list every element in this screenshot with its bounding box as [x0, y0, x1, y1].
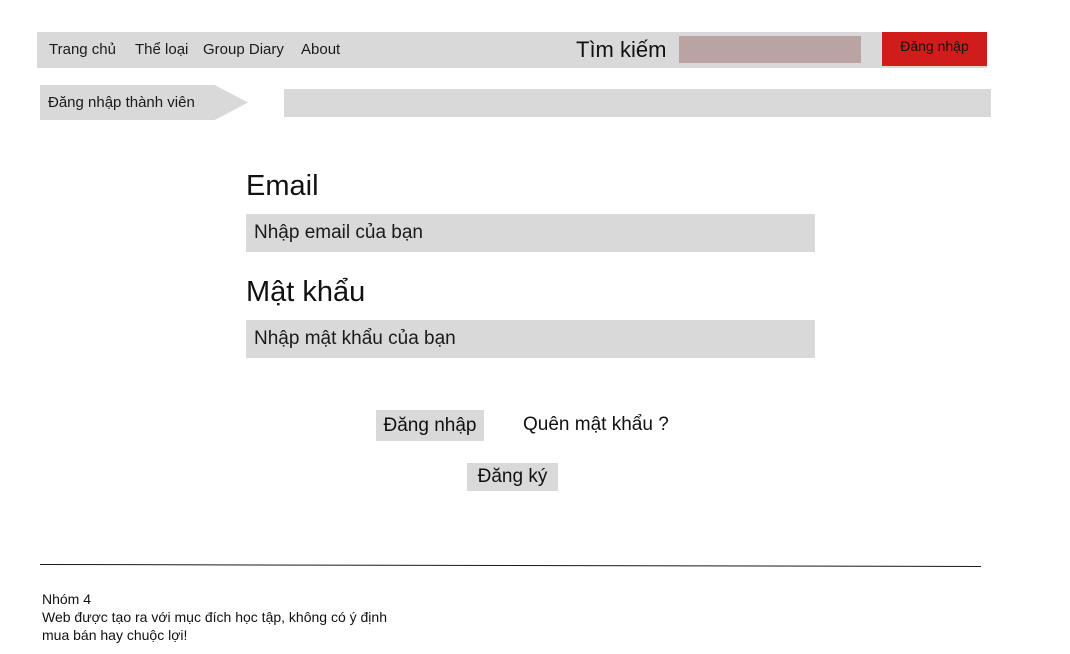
password-field[interactable]	[246, 320, 815, 358]
breadcrumb-bar	[284, 89, 991, 117]
nav-link-group-diary[interactable]: Group Diary	[203, 41, 284, 58]
nav-link-home[interactable]: Trang chủ	[49, 41, 116, 58]
nav-link-about[interactable]: About	[301, 41, 340, 58]
search-label: Tìm kiếm	[576, 37, 667, 62]
top-navbar: Trang chủ Thể loại Group Diary About Tìm…	[37, 32, 987, 68]
footer-disclaimer-line-1: Web được tạo ra với mục đích học tập, kh…	[42, 609, 387, 625]
search-input[interactable]	[679, 36, 861, 63]
breadcrumb: Đăng nhập thành viên	[40, 85, 248, 120]
forgot-password-link[interactable]: Quên mật khẩu ?	[523, 414, 669, 436]
footer-disclaimer-line-2: mua bán hay chuộc lợi!	[42, 627, 188, 643]
footer-divider	[39, 564, 981, 567]
nav-link-categories[interactable]: Thể loại	[135, 41, 188, 58]
email-field[interactable]	[246, 214, 815, 252]
login-button[interactable]: Đăng nhập	[376, 410, 484, 441]
email-label: Email	[246, 170, 319, 202]
register-button[interactable]: Đăng ký	[467, 463, 558, 491]
header-login-button[interactable]: Đăng nhập	[882, 32, 987, 66]
footer-group-name: Nhóm 4	[42, 591, 92, 607]
password-label: Mật khẩu	[246, 276, 366, 308]
